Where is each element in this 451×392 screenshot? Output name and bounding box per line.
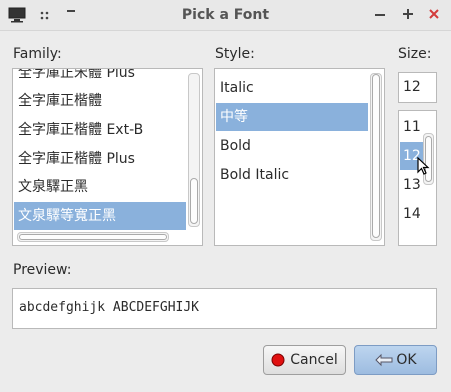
preview-text[interactable]: abcdefghijk ABCDEFGHIJK	[19, 300, 199, 315]
size-list[interactable]: 11 12 13 14	[398, 110, 437, 246]
style-item[interactable]: Bold	[216, 132, 368, 160]
style-vertical-scrollbar[interactable]	[370, 73, 382, 241]
family-list[interactable]: 全字庫正宋體 Plus 全字庫正楷體 全字庫正楷體 Ext-B 全字庫正楷體 P…	[12, 68, 203, 246]
family-item[interactable]: 全字庫正楷體	[14, 87, 186, 115]
family-item[interactable]: 文泉驛正黑	[14, 173, 186, 201]
cancel-label: Cancel	[290, 352, 338, 368]
close-icon[interactable]	[428, 6, 440, 26]
size-input-value[interactable]: 12	[403, 79, 421, 95]
family-item[interactable]: 全字庫正宋體 Plus	[14, 69, 186, 87]
family-item[interactable]: 全字庫正楷體 Ext-B	[14, 116, 186, 144]
preview-field[interactable]: abcdefghijk ABCDEFGHIJK	[12, 288, 437, 329]
size-input[interactable]: 12	[398, 72, 437, 103]
size-item[interactable]: 11	[400, 113, 421, 141]
style-list[interactable]: Italic 中等 Bold Bold Italic	[214, 68, 385, 246]
enter-arrow-icon	[374, 353, 394, 367]
family-item[interactable]: 全字庫正楷體 Plus	[14, 145, 186, 173]
style-label: Style:	[215, 46, 255, 62]
ok-label: OK	[396, 352, 417, 368]
style-item-selected[interactable]: 中等	[216, 103, 368, 131]
cancel-icon	[271, 353, 285, 367]
size-item[interactable]: 14	[400, 200, 421, 228]
style-scroll-thumb[interactable]	[372, 74, 380, 238]
family-hscroll-thumb[interactable]	[19, 234, 167, 240]
family-scroll-thumb[interactable]	[190, 178, 198, 224]
style-item[interactable]: Bold Italic	[216, 161, 368, 189]
title-bar[interactable]: Pick a Font	[0, 0, 451, 31]
size-label: Size:	[398, 46, 432, 62]
cancel-button[interactable]: Cancel	[263, 345, 346, 375]
mouse-cursor-icon	[417, 156, 431, 181]
family-item-selected[interactable]: 文泉驛等寬正黑	[14, 202, 186, 230]
minimize-icon[interactable]	[374, 6, 386, 26]
ok-button[interactable]: OK	[354, 345, 437, 375]
family-horizontal-scrollbar[interactable]	[17, 232, 169, 242]
maximize-icon[interactable]	[402, 6, 414, 26]
preview-label: Preview:	[13, 262, 72, 278]
style-item[interactable]: Italic	[216, 74, 368, 102]
family-vertical-scrollbar[interactable]	[188, 73, 200, 227]
family-label: Family:	[13, 46, 62, 62]
